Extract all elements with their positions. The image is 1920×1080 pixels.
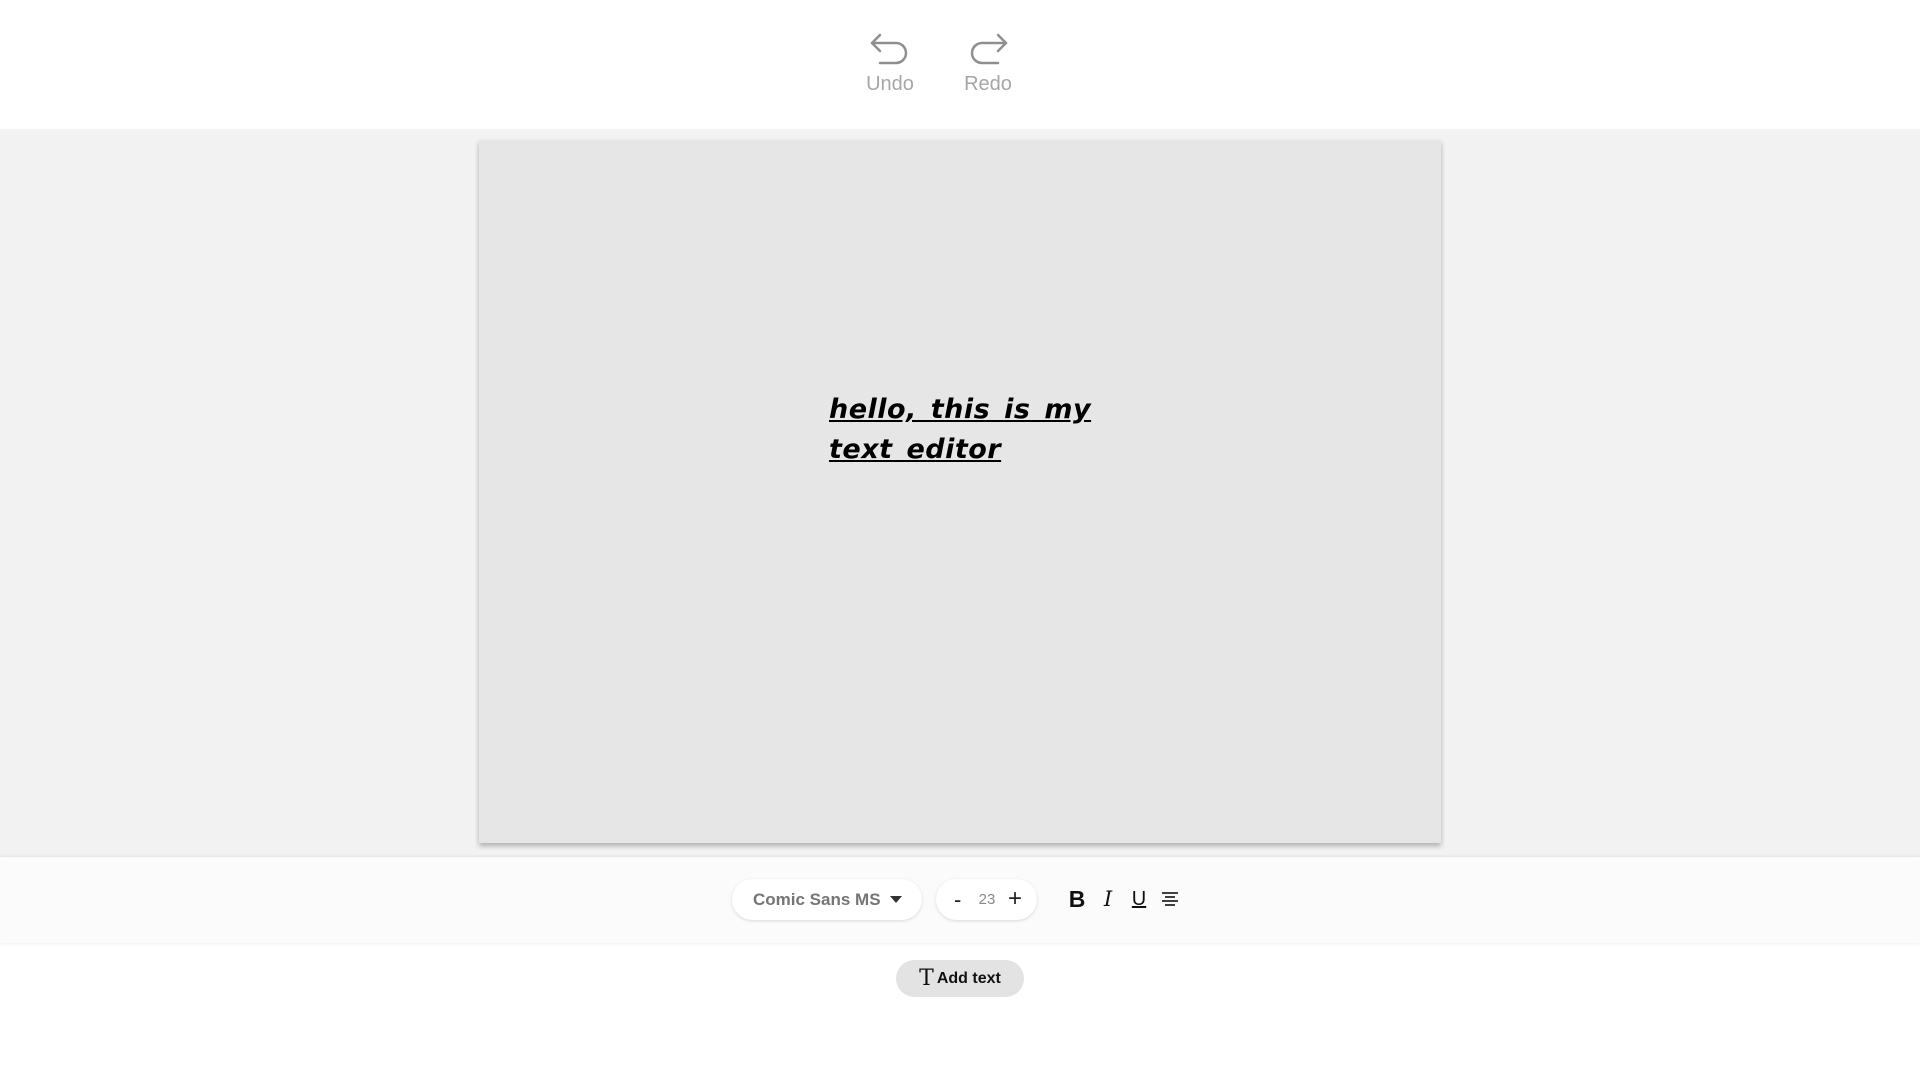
bold-button[interactable]: B	[1063, 882, 1091, 916]
workspace: hello, this is my text editor	[0, 129, 1920, 857]
underline-button[interactable]: U	[1125, 882, 1153, 916]
font-family-select[interactable]: Comic Sans MS	[732, 879, 922, 920]
canvas-text-box[interactable]: hello, this is my text editor	[829, 390, 1159, 470]
increase-font-size-button[interactable]: +	[1008, 885, 1022, 913]
font-size-value[interactable]: 23	[974, 891, 1000, 908]
italic-button[interactable]: I	[1094, 882, 1122, 916]
undo-label: Undo	[866, 73, 914, 95]
text-icon: T	[919, 965, 934, 991]
align-center-icon	[1162, 892, 1178, 906]
decrease-font-size-button[interactable]: -	[954, 887, 961, 913]
font-family-value: Comic Sans MS	[753, 889, 881, 909]
font-size-stepper: - 23 +	[936, 879, 1037, 920]
align-button[interactable]	[1156, 882, 1184, 916]
editor-canvas[interactable]: hello, this is my text editor	[479, 140, 1441, 843]
add-text-label: Add text	[936, 969, 1001, 987]
chevron-down-icon	[890, 896, 902, 903]
add-text-button[interactable]: T Add text	[896, 960, 1024, 997]
undo-arrow-icon	[870, 33, 908, 65]
redo-arrow-icon	[970, 33, 1008, 65]
history-bar: Undo Redo	[0, 0, 1920, 129]
format-toolbar: Comic Sans MS - 23 + B I U	[0, 857, 1920, 943]
redo-label: Redo	[964, 73, 1012, 95]
undo-button[interactable]: Undo	[854, 30, 926, 100]
redo-button[interactable]: Redo	[952, 30, 1024, 100]
